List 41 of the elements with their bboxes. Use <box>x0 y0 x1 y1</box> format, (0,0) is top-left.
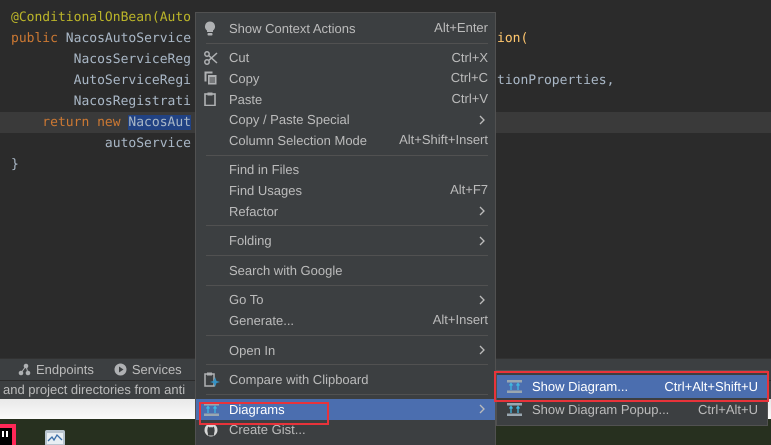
menu-item[interactable]: Refactor <box>196 200 495 222</box>
diagram-icon <box>507 403 522 416</box>
menu-item[interactable]: Cut Ctrl+X <box>196 48 495 68</box>
tool-window-button[interactable]: Endpoints <box>14 362 98 377</box>
clipboard-icon <box>204 92 216 106</box>
menu-item[interactable]: Find Usages Alt+F7 <box>196 180 495 201</box>
lightbulb-icon <box>204 20 216 36</box>
code-line: ion( <box>497 30 528 48</box>
play-icon <box>114 363 127 376</box>
copy-icon <box>204 71 217 86</box>
menu-item[interactable]: Paste Ctrl+V <box>196 88 495 110</box>
menu-item[interactable]: Show Diagram Popup... Ctrl+Alt+U <box>497 398 767 421</box>
diagram-icon <box>507 380 522 393</box>
code-line: NacosServiceReg <box>72 51 192 69</box>
menu-item[interactable]: Go To <box>196 290 495 310</box>
scissors-icon <box>204 50 218 65</box>
menu-item[interactable]: Diagrams <box>196 398 495 420</box>
menu-item[interactable]: Copy Ctrl+C <box>196 68 495 89</box>
menu-item[interactable]: Folding <box>196 230 495 251</box>
menu-item[interactable]: Show Context Actions Alt+Enter <box>196 18 495 39</box>
status-text: and project directories from anti <box>3 382 186 397</box>
code-line: autoService <box>104 135 192 153</box>
code-line: NacosRegistrati <box>72 93 192 111</box>
tool-window-button[interactable]: Services <box>110 362 186 377</box>
menu-item[interactable]: Find in Files <box>196 160 495 180</box>
menu-item[interactable]: Column Selection Mode Alt+Shift+Insert <box>196 130 495 151</box>
code-line: return new NacosAut <box>41 114 192 132</box>
menu-item[interactable]: Compare with Clipboard <box>196 369 495 390</box>
menu-item[interactable]: Search with Google <box>196 260 495 281</box>
code-line: public NacosAutoService <box>11 30 192 48</box>
menu-item[interactable]: Copy / Paste Special <box>196 109 495 130</box>
code-line: } <box>11 156 19 174</box>
code-line: AutoServiceRegi <box>72 72 192 90</box>
diagram-icon <box>204 402 219 416</box>
code-line: tionProperties, <box>497 72 614 90</box>
menu-item[interactable]: Generate... Alt+Insert <box>196 310 495 331</box>
endpoints-icon <box>18 363 31 376</box>
menu-item[interactable]: Show Diagram... Ctrl+Alt+Shift+U <box>497 375 767 398</box>
menu-item[interactable]: Open In <box>196 340 495 360</box>
code-line: @ConditionalOnBean(Auto <box>11 9 192 27</box>
compare-icon <box>204 372 220 388</box>
